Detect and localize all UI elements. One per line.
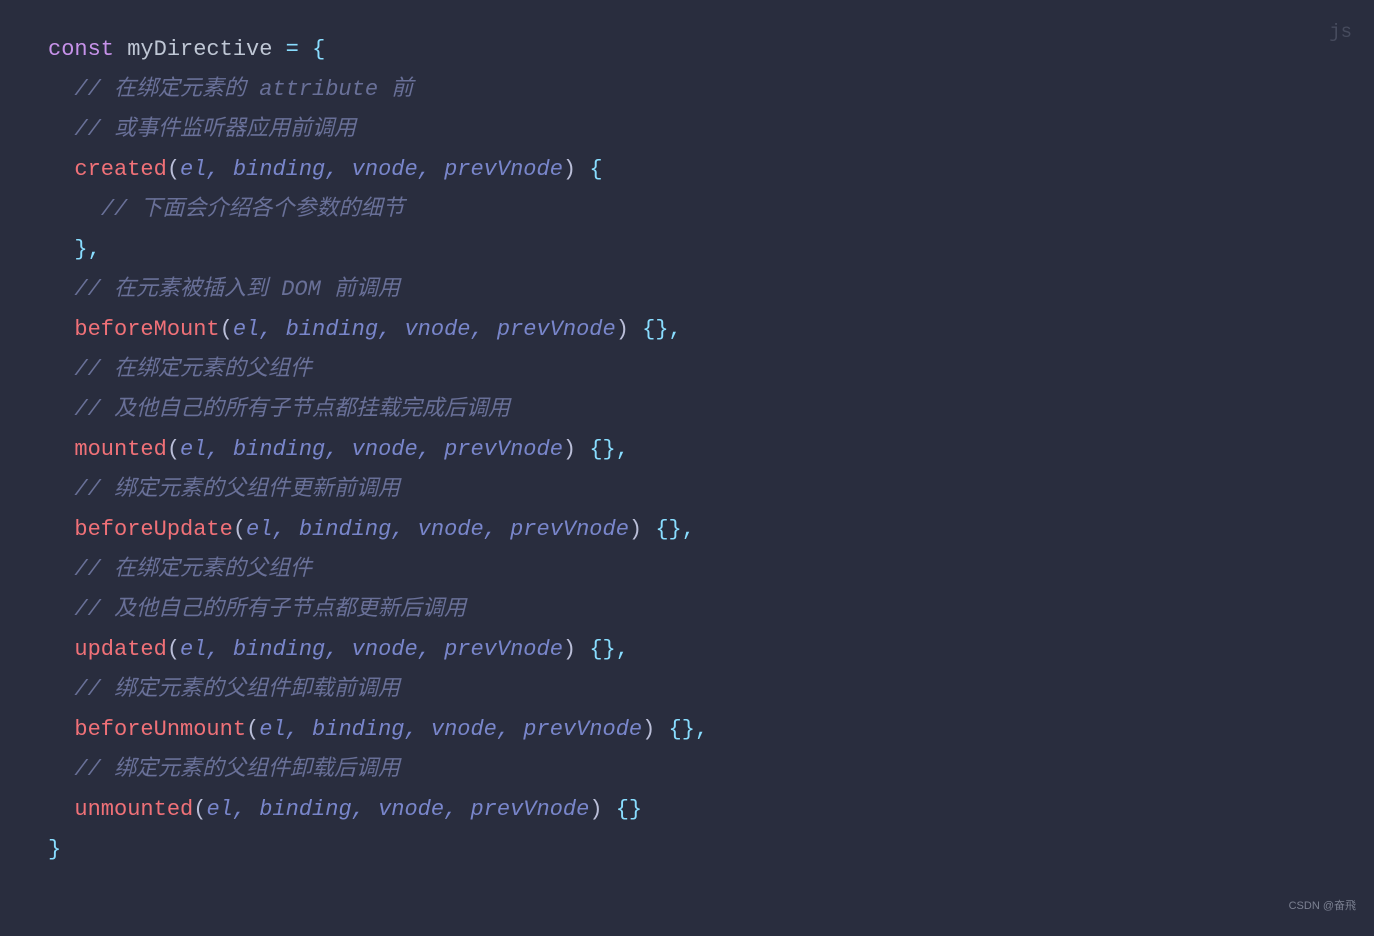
brace-pair: {} [655, 517, 681, 542]
params: el, binding, vnode, prevVnode [180, 437, 563, 462]
comment: // 在绑定元素的父组件 [74, 357, 312, 382]
paren-open: ( [167, 437, 180, 462]
comment: // 下面会介绍各个参数的细节 [101, 197, 405, 222]
watermark: CSDN @奋飛 [1289, 886, 1356, 926]
comment: // 绑定元素的父组件卸载后调用 [74, 757, 400, 782]
paren-close: ) [589, 797, 602, 822]
brace-pair: {} [669, 717, 695, 742]
brace-pair: {} [642, 317, 668, 342]
paren-close: ) [616, 317, 629, 342]
comment: // 及他自己的所有子节点都更新后调用 [74, 597, 466, 622]
paren-close: ) [563, 637, 576, 662]
paren-open: ( [233, 517, 246, 542]
paren-open: ( [193, 797, 206, 822]
brace-pair: {} [616, 797, 642, 822]
paren-close: ) [563, 437, 576, 462]
fn-updated: updated [74, 637, 166, 662]
paren-close: ) [563, 157, 576, 182]
paren-open: ( [167, 637, 180, 662]
fn-created: created [74, 157, 166, 182]
brace-open: { [312, 37, 325, 62]
comma: , [669, 317, 682, 342]
brace-close: } [74, 237, 87, 262]
fn-beforeUnmount: beforeUnmount [74, 717, 246, 742]
params: el, binding, vnode, prevVnode [180, 637, 563, 662]
code-block: const myDirective = { // 在绑定元素的 attribut… [48, 30, 1326, 870]
params: el, binding, vnode, prevVnode [259, 717, 642, 742]
fn-unmounted: unmounted [74, 797, 193, 822]
comma: , [695, 717, 708, 742]
comment: // 绑定元素的父组件卸载前调用 [74, 677, 400, 702]
comment: // 在绑定元素的父组件 [74, 557, 312, 582]
brace-open: { [589, 157, 602, 182]
comma: , [616, 637, 629, 662]
paren-open: ( [246, 717, 259, 742]
operator-eq: = [286, 37, 299, 62]
paren-close: ) [642, 717, 655, 742]
identifier: myDirective [127, 37, 272, 62]
comment: // 绑定元素的父组件更新前调用 [74, 477, 400, 502]
comma: , [88, 237, 101, 262]
brace-close: } [48, 837, 61, 862]
comment: // 在元素被插入到 DOM 前调用 [74, 277, 400, 302]
comma: , [616, 437, 629, 462]
paren-open: ( [220, 317, 233, 342]
paren-open: ( [167, 157, 180, 182]
fn-beforeUpdate: beforeUpdate [74, 517, 232, 542]
language-label: js [1329, 12, 1352, 52]
brace-pair: {} [589, 637, 615, 662]
comment: // 或事件监听器应用前调用 [74, 117, 356, 142]
params: el, binding, vnode, prevVnode [246, 517, 629, 542]
fn-mounted: mounted [74, 437, 166, 462]
fn-beforeMount: beforeMount [74, 317, 219, 342]
comment: // 在绑定元素的 attribute 前 [74, 77, 413, 102]
params: el, binding, vnode, prevVnode [180, 157, 563, 182]
paren-close: ) [629, 517, 642, 542]
params: el, binding, vnode, prevVnode [206, 797, 589, 822]
keyword-const: const [48, 37, 114, 62]
comment: // 及他自己的所有子节点都挂载完成后调用 [74, 397, 510, 422]
brace-pair: {} [589, 437, 615, 462]
params: el, binding, vnode, prevVnode [233, 317, 616, 342]
comma: , [682, 517, 695, 542]
